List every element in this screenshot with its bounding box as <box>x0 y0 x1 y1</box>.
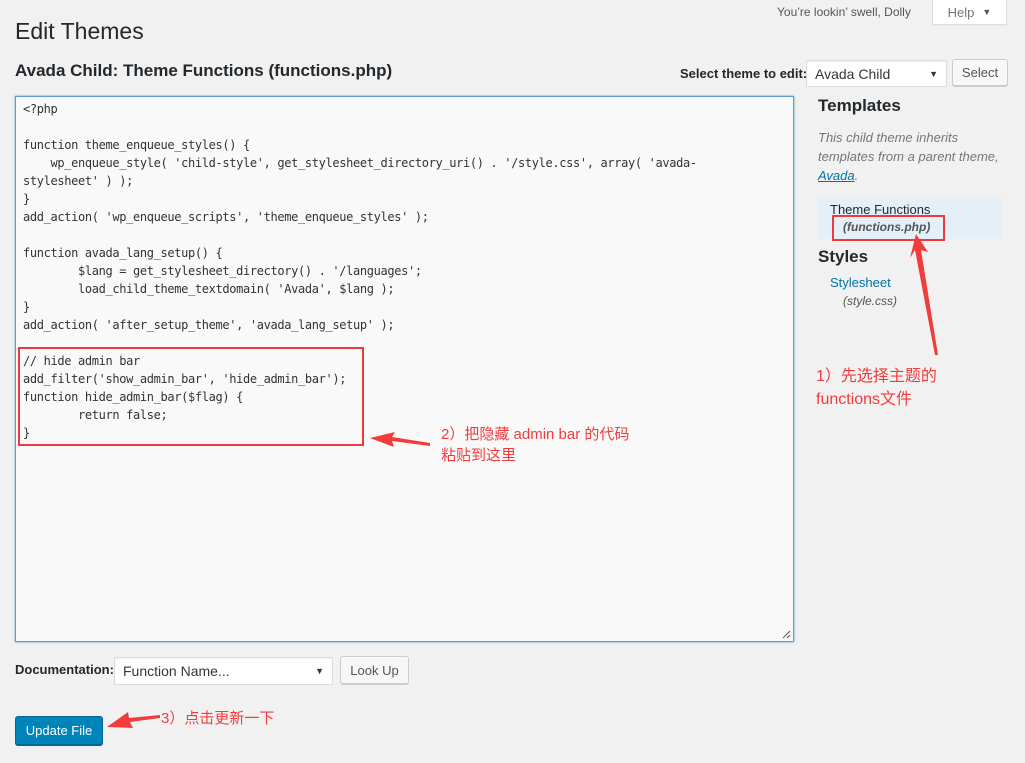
inherit-note-suffix: . <box>854 168 859 183</box>
annotation-step-1-line-1: 1）先选择主题的 <box>816 368 937 385</box>
code-line: $lang = get_stylesheet_directory() . '/l… <box>23 264 422 278</box>
annotation-step-3: 3）点击更新一下 <box>161 710 275 727</box>
style-filename: (style.css) <box>843 294 897 308</box>
annotation-step-1-line-2: functions文件 <box>816 391 913 408</box>
caret-down-icon: ▼ <box>315 666 324 676</box>
caret-down-icon: ▼ <box>982 7 992 17</box>
style-item-stylesheet[interactable]: Stylesheet <box>830 275 891 290</box>
page-title: Edit Themes <box>15 18 144 44</box>
arrow-icon-step-1 <box>910 234 938 355</box>
update-file-button[interactable]: Update File <box>15 716 103 745</box>
code-line: function avada_lang_setup() { <box>23 246 223 260</box>
file-title: Avada Child: Theme Functions (functions.… <box>15 61 393 80</box>
file-sidebar: Templates This child theme inherits temp… <box>818 96 1008 185</box>
resize-grip-icon[interactable] <box>782 630 791 639</box>
file-highlight-box <box>832 215 945 241</box>
templates-heading: Templates <box>818 96 901 115</box>
inherit-note-text: This child theme inherits templates from… <box>818 130 999 164</box>
code-line: wp_enqueue_style( 'child-style', get_sty… <box>23 156 697 170</box>
parent-theme-link[interactable]: Avada <box>818 168 855 183</box>
function-select-value: Function Name... <box>123 663 230 679</box>
theme-select[interactable]: Avada Child ▼ <box>806 60 947 87</box>
code-line: function theme_enqueue_styles() { <box>23 138 250 152</box>
code-line: <?php <box>23 102 58 116</box>
look-up-button[interactable]: Look Up <box>340 656 409 684</box>
arrow-icon-step-3 <box>107 712 160 728</box>
code-highlight-box <box>18 347 364 446</box>
annotation-step-1: 1）先选择主题的 functions文件 <box>816 365 937 411</box>
inherit-note: This child theme inherits templates from… <box>818 128 1003 185</box>
help-button[interactable]: Help ▼ <box>932 0 1007 25</box>
code-line: add_action( 'after_setup_theme', 'avada_… <box>23 318 395 332</box>
code-line: add_action( 'wp_enqueue_scripts', 'theme… <box>23 210 429 224</box>
theme-select-label: Select theme to edit: <box>680 66 808 81</box>
code-line: } <box>23 300 30 314</box>
code-line: } <box>23 192 30 206</box>
annotation-step-2-line-1: 2）把隐藏 admin bar 的代码 <box>441 426 630 443</box>
code-line: stylesheet' ) ); <box>23 174 133 188</box>
code-line: load_child_theme_textdomain( 'Avada', $l… <box>23 282 395 296</box>
annotation-step-2: 2）把隐藏 admin bar 的代码 粘贴到这里 <box>441 424 629 466</box>
documentation-label: Documentation: <box>15 662 114 677</box>
theme-select-value: Avada Child <box>815 65 891 82</box>
caret-down-icon: ▼ <box>929 68 938 79</box>
hello-dolly-text: You’re lookin’ swell, Dolly <box>777 5 911 19</box>
annotation-step-2-line-2: 粘贴到这里 <box>441 447 517 464</box>
help-label: Help <box>947 4 975 20</box>
function-name-select[interactable]: Function Name... ▼ <box>114 657 333 685</box>
select-theme-button[interactable]: Select <box>952 59 1008 86</box>
styles-heading: Styles <box>818 247 869 266</box>
